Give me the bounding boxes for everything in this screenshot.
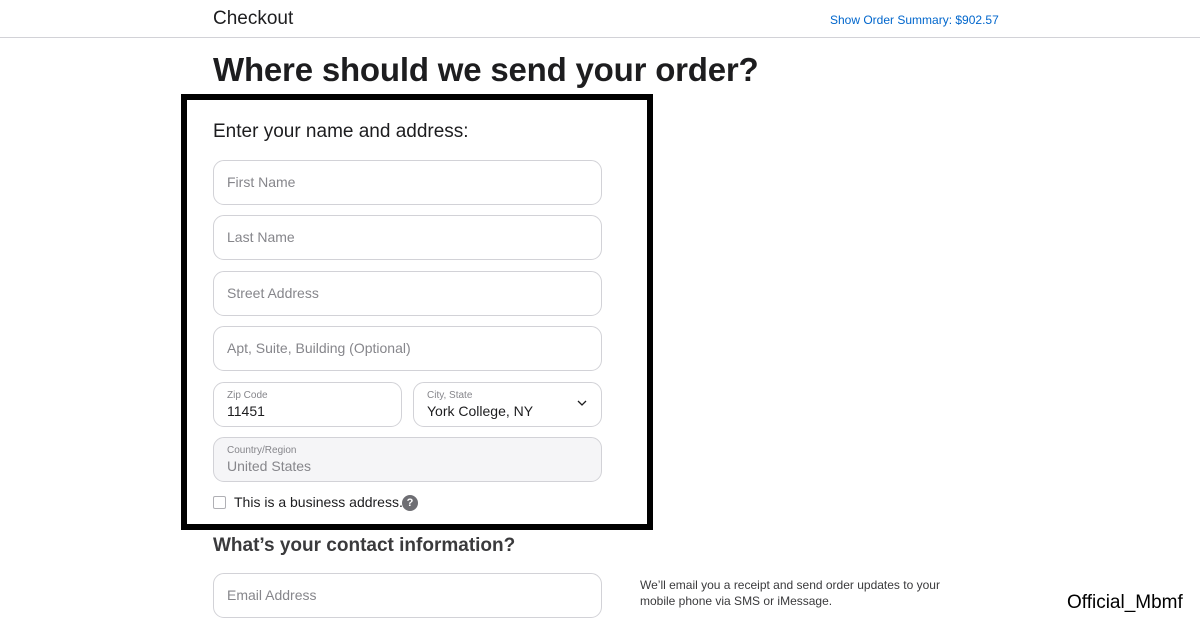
country-region-field: Country/Region United States (213, 437, 602, 482)
city-state-select[interactable]: City, State York College, NY (413, 382, 602, 427)
first-name-field[interactable]: First Name (213, 160, 602, 205)
checkout-title: Checkout (213, 8, 294, 29)
email-placeholder: Email Address (227, 587, 317, 603)
street-address-placeholder: Street Address (227, 285, 319, 301)
zip-code-value: 11451 (227, 403, 265, 419)
show-order-summary-link[interactable]: Show Order Summary: $902.57 (830, 13, 999, 27)
chevron-down-icon (577, 400, 587, 406)
city-state-label: City, State (427, 390, 473, 401)
street-address-field[interactable]: Street Address (213, 271, 602, 316)
address-section-heading: Enter your name and address: (213, 121, 469, 142)
contact-section-heading: What’s your contact information? (213, 535, 516, 556)
country-region-value: United States (227, 458, 312, 474)
apt-suite-placeholder: Apt, Suite, Building (Optional) (227, 340, 411, 356)
business-address-checkbox[interactable] (213, 496, 226, 509)
business-address-label[interactable]: This is a business address. (234, 494, 403, 510)
first-name-placeholder: First Name (227, 174, 296, 190)
country-region-label: Country/Region (227, 445, 297, 456)
email-field[interactable]: Email Address (213, 573, 602, 618)
last-name-field[interactable]: Last Name (213, 215, 602, 260)
city-state-value: York College, NY (427, 403, 534, 419)
zip-code-label: Zip Code (227, 390, 268, 401)
apt-suite-field[interactable]: Apt, Suite, Building (Optional) (213, 326, 602, 371)
help-icon[interactable]: ? (402, 495, 418, 511)
page-title: Where should we send your order? (213, 51, 759, 88)
last-name-placeholder: Last Name (227, 229, 295, 245)
zip-code-field[interactable]: Zip Code 11451 (213, 382, 402, 427)
contact-note: We’ll email you a receipt and send order… (640, 578, 940, 608)
checkout-header: Checkout Show Order Summary: $902.57 (0, 0, 1200, 38)
watermark: Official_Mbmf (1067, 592, 1183, 613)
